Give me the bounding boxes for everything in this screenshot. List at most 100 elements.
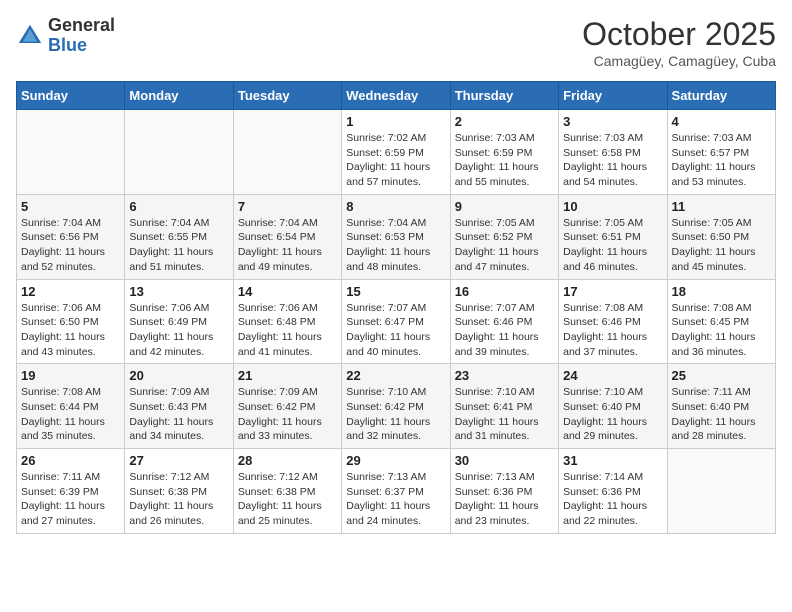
day-info: Sunrise: 7:07 AM Sunset: 6:47 PM Dayligh… xyxy=(346,301,445,360)
calendar-cell: 28 Sunrise: 7:12 AM Sunset: 6:38 PM Dayli… xyxy=(233,449,341,534)
day-number: 26 xyxy=(21,453,120,468)
day-number: 31 xyxy=(563,453,662,468)
day-info: Sunrise: 7:05 AM Sunset: 6:52 PM Dayligh… xyxy=(455,216,554,275)
calendar-cell: 18Sunrise: 7:08 AM Sunset: 6:45 PM Dayli… xyxy=(667,279,775,364)
calendar-cell: 23Sunrise: 7:10 AM Sunset: 6:41 PM Dayli… xyxy=(450,364,558,449)
calendar-cell: 26 Sunrise: 7:11 AM Sunset: 6:39 PM Dayli… xyxy=(17,449,125,534)
page-header: General Blue October 2025 Camagüey, Cama… xyxy=(16,16,776,69)
day-info: Sunrise: 7:04 AM Sunset: 6:55 PM Dayligh… xyxy=(129,216,228,275)
calendar-cell: 11Sunrise: 7:05 AM Sunset: 6:50 PM Dayli… xyxy=(667,194,775,279)
day-number: 18 xyxy=(672,284,771,299)
day-number: 27 xyxy=(129,453,228,468)
day-info: Sunrise: 7:04 AM Sunset: 6:56 PM Dayligh… xyxy=(21,216,120,275)
month-title: October 2025 xyxy=(582,16,776,53)
calendar-week-5: 26 Sunrise: 7:11 AM Sunset: 6:39 PM Dayli… xyxy=(17,449,776,534)
day-number: 28 xyxy=(238,453,337,468)
logo-general: General xyxy=(48,16,115,36)
day-info: Sunrise: 7:10 AM Sunset: 6:40 PM Dayligh… xyxy=(563,385,662,444)
calendar-cell: 22 Sunrise: 7:10 AM Sunset: 6:42 PM Dayli… xyxy=(342,364,450,449)
logo: General Blue xyxy=(16,16,115,56)
calendar-cell: 5 Sunrise: 7:04 AM Sunset: 6:56 PM Daylig… xyxy=(17,194,125,279)
header-day-thursday: Thursday xyxy=(450,82,558,110)
day-info: Sunrise: 7:06 AM Sunset: 6:49 PM Dayligh… xyxy=(129,301,228,360)
day-number: 1 xyxy=(346,114,445,129)
calendar-body: 1 Sunrise: 7:02 AM Sunset: 6:59 PM Daylig… xyxy=(17,110,776,534)
calendar-cell: 21 Sunrise: 7:09 AM Sunset: 6:42 PM Dayli… xyxy=(233,364,341,449)
calendar-cell: 3Sunrise: 7:03 AM Sunset: 6:58 PM Daylig… xyxy=(559,110,667,195)
day-number: 20 xyxy=(129,368,228,383)
day-info: Sunrise: 7:13 AM Sunset: 6:36 PM Dayligh… xyxy=(455,470,554,529)
day-info: Sunrise: 7:04 AM Sunset: 6:53 PM Dayligh… xyxy=(346,216,445,275)
header-row: SundayMondayTuesdayWednesdayThursdayFrid… xyxy=(17,82,776,110)
day-number: 23 xyxy=(455,368,554,383)
day-info: Sunrise: 7:12 AM Sunset: 6:38 PM Dayligh… xyxy=(238,470,337,529)
calendar-week-2: 5 Sunrise: 7:04 AM Sunset: 6:56 PM Daylig… xyxy=(17,194,776,279)
day-info: Sunrise: 7:11 AM Sunset: 6:39 PM Dayligh… xyxy=(21,470,120,529)
day-info: Sunrise: 7:09 AM Sunset: 6:43 PM Dayligh… xyxy=(129,385,228,444)
day-info: Sunrise: 7:06 AM Sunset: 6:50 PM Dayligh… xyxy=(21,301,120,360)
day-number: 24 xyxy=(563,368,662,383)
day-info: Sunrise: 7:03 AM Sunset: 6:58 PM Dayligh… xyxy=(563,131,662,190)
calendar-header: SundayMondayTuesdayWednesdayThursdayFrid… xyxy=(17,82,776,110)
calendar-cell: 20 Sunrise: 7:09 AM Sunset: 6:43 PM Dayli… xyxy=(125,364,233,449)
day-info: Sunrise: 7:05 AM Sunset: 6:51 PM Dayligh… xyxy=(563,216,662,275)
calendar-cell: 2 Sunrise: 7:03 AM Sunset: 6:59 PM Daylig… xyxy=(450,110,558,195)
day-info: Sunrise: 7:13 AM Sunset: 6:37 PM Dayligh… xyxy=(346,470,445,529)
day-number: 4 xyxy=(672,114,771,129)
day-number: 12 xyxy=(21,284,120,299)
calendar-cell xyxy=(233,110,341,195)
day-info: Sunrise: 7:03 AM Sunset: 6:57 PM Dayligh… xyxy=(672,131,771,190)
calendar-cell xyxy=(667,449,775,534)
calendar-cell: 16Sunrise: 7:07 AM Sunset: 6:46 PM Dayli… xyxy=(450,279,558,364)
calendar-cell: 24 Sunrise: 7:10 AM Sunset: 6:40 PM Dayli… xyxy=(559,364,667,449)
day-number: 22 xyxy=(346,368,445,383)
calendar-table: SundayMondayTuesdayWednesdayThursdayFrid… xyxy=(16,81,776,534)
header-day-tuesday: Tuesday xyxy=(233,82,341,110)
day-info: Sunrise: 7:03 AM Sunset: 6:59 PM Dayligh… xyxy=(455,131,554,190)
day-number: 17 xyxy=(563,284,662,299)
day-number: 13 xyxy=(129,284,228,299)
calendar-cell: 25 Sunrise: 7:11 AM Sunset: 6:40 PM Dayli… xyxy=(667,364,775,449)
day-number: 30 xyxy=(455,453,554,468)
day-number: 25 xyxy=(672,368,771,383)
day-number: 7 xyxy=(238,199,337,214)
day-number: 10 xyxy=(563,199,662,214)
logo-blue: Blue xyxy=(48,36,115,56)
calendar-week-4: 19Sunrise: 7:08 AM Sunset: 6:44 PM Dayli… xyxy=(17,364,776,449)
calendar-cell: 12 Sunrise: 7:06 AM Sunset: 6:50 PM Dayli… xyxy=(17,279,125,364)
day-info: Sunrise: 7:10 AM Sunset: 6:42 PM Dayligh… xyxy=(346,385,445,444)
day-info: Sunrise: 7:02 AM Sunset: 6:59 PM Dayligh… xyxy=(346,131,445,190)
calendar-cell: 8Sunrise: 7:04 AM Sunset: 6:53 PM Daylig… xyxy=(342,194,450,279)
calendar-cell: 27 Sunrise: 7:12 AM Sunset: 6:38 PM Dayli… xyxy=(125,449,233,534)
day-number: 29 xyxy=(346,453,445,468)
day-number: 5 xyxy=(21,199,120,214)
calendar-cell: 14 Sunrise: 7:06 AM Sunset: 6:48 PM Dayli… xyxy=(233,279,341,364)
title-block: October 2025 Camagüey, Camagüey, Cuba xyxy=(582,16,776,69)
calendar-cell: 31Sunrise: 7:14 AM Sunset: 6:36 PM Dayli… xyxy=(559,449,667,534)
calendar-cell: 19Sunrise: 7:08 AM Sunset: 6:44 PM Dayli… xyxy=(17,364,125,449)
calendar-cell: 1 Sunrise: 7:02 AM Sunset: 6:59 PM Daylig… xyxy=(342,110,450,195)
day-number: 16 xyxy=(455,284,554,299)
day-info: Sunrise: 7:11 AM Sunset: 6:40 PM Dayligh… xyxy=(672,385,771,444)
header-day-monday: Monday xyxy=(125,82,233,110)
calendar-cell: 29 Sunrise: 7:13 AM Sunset: 6:37 PM Dayli… xyxy=(342,449,450,534)
day-number: 15 xyxy=(346,284,445,299)
calendar-week-1: 1 Sunrise: 7:02 AM Sunset: 6:59 PM Daylig… xyxy=(17,110,776,195)
day-number: 21 xyxy=(238,368,337,383)
calendar-cell xyxy=(17,110,125,195)
header-day-friday: Friday xyxy=(559,82,667,110)
calendar-cell: 17 Sunrise: 7:08 AM Sunset: 6:46 PM Dayli… xyxy=(559,279,667,364)
day-info: Sunrise: 7:08 AM Sunset: 6:44 PM Dayligh… xyxy=(21,385,120,444)
day-info: Sunrise: 7:08 AM Sunset: 6:46 PM Dayligh… xyxy=(563,301,662,360)
day-info: Sunrise: 7:06 AM Sunset: 6:48 PM Dayligh… xyxy=(238,301,337,360)
day-number: 2 xyxy=(455,114,554,129)
calendar-cell: 15 Sunrise: 7:07 AM Sunset: 6:47 PM Dayli… xyxy=(342,279,450,364)
day-number: 9 xyxy=(455,199,554,214)
logo-text: General Blue xyxy=(48,16,115,56)
calendar-cell: 10 Sunrise: 7:05 AM Sunset: 6:51 PM Dayli… xyxy=(559,194,667,279)
day-info: Sunrise: 7:09 AM Sunset: 6:42 PM Dayligh… xyxy=(238,385,337,444)
day-number: 14 xyxy=(238,284,337,299)
calendar-cell: 9 Sunrise: 7:05 AM Sunset: 6:52 PM Daylig… xyxy=(450,194,558,279)
calendar-cell: 6Sunrise: 7:04 AM Sunset: 6:55 PM Daylig… xyxy=(125,194,233,279)
day-info: Sunrise: 7:12 AM Sunset: 6:38 PM Dayligh… xyxy=(129,470,228,529)
